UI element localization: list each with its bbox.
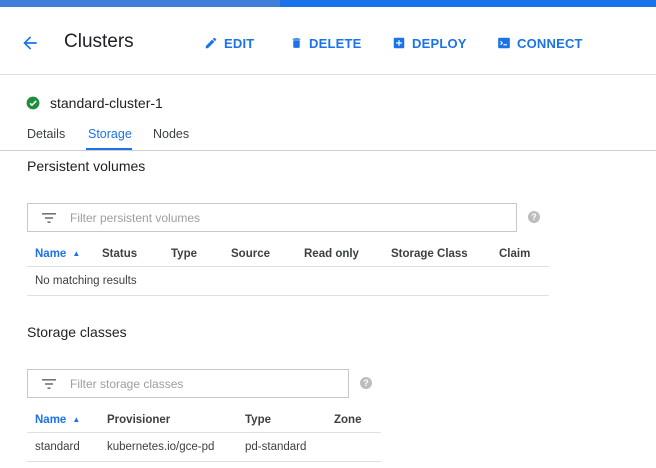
help-icon[interactable]: ? [360, 377, 372, 389]
check-circle-icon [26, 96, 40, 110]
empty-results-row: No matching results [27, 267, 549, 296]
active-tab-indicator [86, 148, 132, 150]
cluster-name: standard-cluster-1 [50, 95, 163, 111]
column-header-name[interactable]: Name ▲ [35, 248, 80, 260]
deploy-button[interactable]: DEPLOY [392, 34, 467, 52]
empty-results-text: No matching results [35, 275, 137, 287]
storage-class-provisioner: kubernetes.io/gce-pd [107, 441, 215, 453]
storage-class-type: pd-standard [245, 441, 307, 453]
table-row[interactable]: standard kubernetes.io/gce-pd pd-standar… [27, 433, 381, 462]
delete-label: DELETE [309, 35, 362, 51]
column-header-type[interactable]: Type [171, 248, 197, 260]
tab-storage[interactable]: Storage [88, 127, 132, 141]
persistent-volumes-title: Persistent volumes [27, 158, 146, 174]
persistent-volumes-table-header: Name ▲ Status Type Source Read only Stora… [27, 241, 549, 267]
top-accent-bar [0, 0, 656, 7]
sort-ascending-icon: ▲ [72, 249, 81, 258]
deploy-label: DEPLOY [412, 35, 467, 51]
tab-details[interactable]: Details [27, 127, 65, 141]
tab-nodes[interactable]: Nodes [153, 127, 189, 141]
storage-class-name: standard [35, 441, 80, 453]
column-header-name[interactable]: Name ▲ [35, 414, 80, 426]
cluster-heading: standard-cluster-1 [26, 94, 163, 112]
persistent-volumes-filter[interactable] [27, 203, 517, 232]
add-box-icon [393, 37, 405, 49]
column-header-provisioner[interactable]: Provisioner [107, 414, 170, 426]
column-header-read-only[interactable]: Read only [304, 248, 359, 260]
filter-storage-classes-input[interactable] [70, 376, 326, 391]
storage-classes-filter[interactable] [27, 369, 349, 398]
terminal-icon [498, 37, 510, 49]
storage-classes-table-header: Name ▲ Provisioner Type Zone [27, 407, 381, 433]
column-header-type[interactable]: Type [245, 414, 271, 426]
filter-icon [42, 212, 56, 223]
help-icon[interactable]: ? [528, 211, 540, 223]
column-header-storage-class[interactable]: Storage Class [391, 248, 468, 260]
trash-icon [292, 38, 301, 48]
back-arrow-icon[interactable] [20, 33, 42, 53]
column-header-claim[interactable]: Claim [499, 248, 530, 260]
header-toolbar: Clusters EDIT DELETE DEPLOY CONNECT [0, 7, 656, 75]
column-header-status[interactable]: Status [102, 248, 137, 260]
storage-classes-title: Storage classes [27, 324, 127, 340]
connect-button[interactable]: CONNECT [497, 34, 583, 52]
edit-label: EDIT [224, 35, 255, 51]
delete-button[interactable]: DELETE [290, 34, 361, 52]
column-header-zone[interactable]: Zone [334, 414, 361, 426]
tab-bar: Details Storage Nodes [0, 124, 656, 151]
filter-persistent-volumes-input[interactable] [70, 210, 461, 225]
column-header-source[interactable]: Source [231, 248, 270, 260]
connect-label: CONNECT [517, 35, 583, 51]
filter-icon [42, 378, 56, 389]
edit-button[interactable]: EDIT [204, 34, 254, 52]
page-title: Clusters [64, 31, 134, 52]
pencil-icon [205, 37, 217, 49]
sort-ascending-icon: ▲ [72, 415, 81, 424]
